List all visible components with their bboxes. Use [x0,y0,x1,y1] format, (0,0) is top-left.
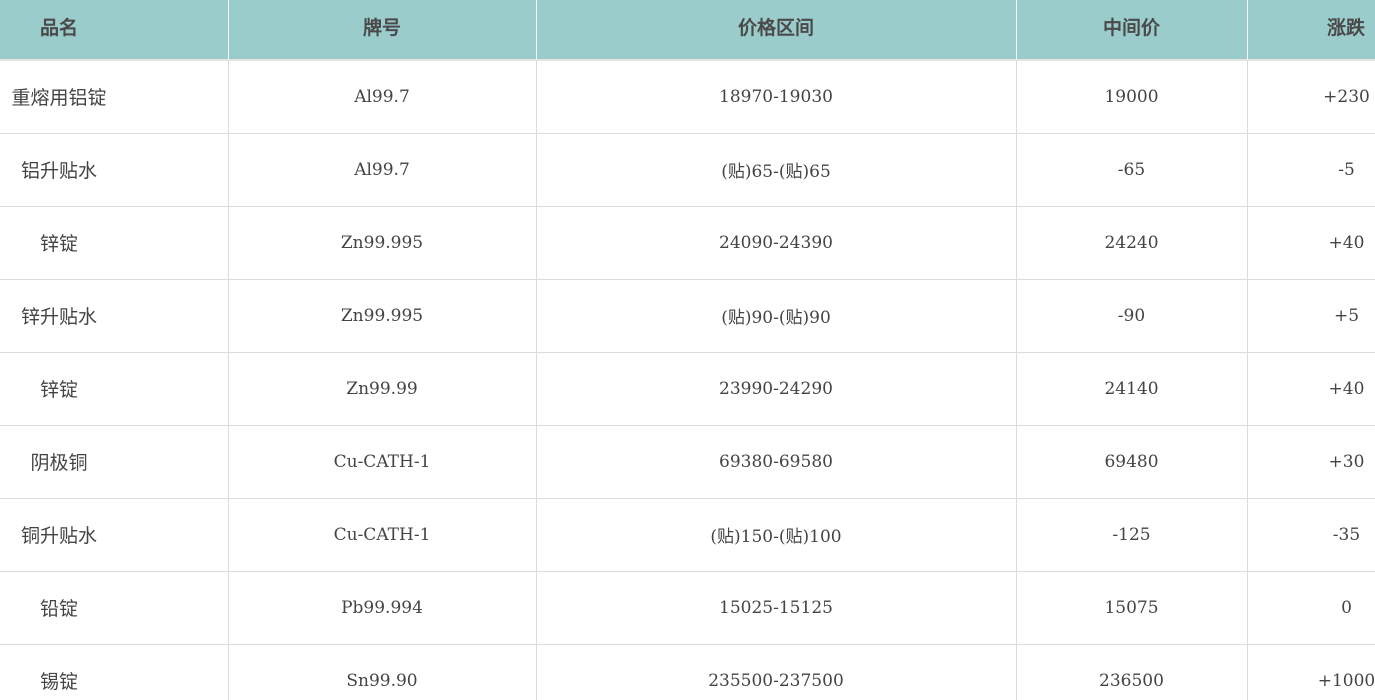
table-row: 锌升贴水 Zn99.995 (贴)90-(贴)90 -90 +5 [0,278,1375,352]
table-body: 重熔用铝锭 Al99.7 18970-19030 19000 +230 铝升贴水 Al99.… [0,59,1375,700]
cell-name-text: 阴极铜 [30,452,88,474]
cell-grade: Sn99.90 [228,643,537,700]
table-header: 品名 牌号 价格区间 中间价 涨跌 [0,0,1375,60]
header-name: 品名 [0,0,229,60]
cell-range: (贴)65-(贴)65 [536,132,1017,206]
table-row: 铅锭 Pb99.994 15025-15125 15075 0 [0,570,1375,644]
cell-change: -35 [1247,497,1375,571]
cell-grade: Al99.7 [228,132,537,206]
cell-change: 0 [1247,570,1375,644]
cell-grade: Cu-CATH-1 [228,424,537,498]
cell-grade: Pb99.994 [228,570,537,644]
cell-name: 铝升贴水 [0,132,229,206]
cell-range: 69380-69580 [536,424,1017,498]
header-grade: 牌号 [228,0,537,60]
cell-mid: 24140 [1016,351,1248,425]
cell-grade: Zn99.99 [228,351,537,425]
cell-name: 铜升贴水 [0,497,229,571]
cell-range: (贴)90-(贴)90 [536,278,1017,352]
cell-name: 重熔用铝锭 [0,59,229,133]
cell-change: +1000 [1247,643,1375,700]
cell-name: 锌锭 [0,205,229,279]
cell-name-text: 锌锭 [39,379,78,401]
cell-range: 23990-24290 [536,351,1017,425]
cell-mid: 19000 [1016,59,1248,133]
cell-mid: -65 [1016,132,1248,206]
cell-name-text: 锌锭 [39,233,78,255]
table-row: 锌锭 Zn99.99 23990-24290 24140 +40 [0,351,1375,425]
cell-mid: -90 [1016,278,1248,352]
cell-range: 15025-15125 [536,570,1017,644]
cell-change-text: 0 [1341,597,1352,618]
cell-change-text: -35 [1332,524,1361,545]
price-table: 品名 牌号 价格区间 中间价 涨跌 重熔用铝锭 Al99.7 18970-19030… [0,0,1375,700]
cell-range: (贴)150-(贴)100 [536,497,1017,571]
cell-mid: 15075 [1016,570,1248,644]
cell-change-text: +5 [1333,305,1360,326]
cell-change: +30 [1247,424,1375,498]
cell-change-text: +40 [1328,232,1365,253]
cell-name-text: 铝升贴水 [20,160,97,182]
cell-grade: Al99.7 [228,59,537,133]
table-row: 重熔用铝锭 Al99.7 18970-19030 19000 +230 [0,59,1375,133]
cell-change: +5 [1247,278,1375,352]
cell-mid: 69480 [1016,424,1248,498]
cell-change-text: +1000 [1317,670,1375,691]
cell-name: 锌升贴水 [0,278,229,352]
cell-name: 阴极铜 [0,424,229,498]
cell-mid: 236500 [1016,643,1248,700]
cell-name-text: 重熔用铝锭 [11,87,107,110]
header-change: 涨跌 [1326,17,1365,39]
table-row: 铝升贴水 Al99.7 (贴)65-(贴)65 -65 -5 [0,132,1375,206]
cell-change: +40 [1247,351,1375,425]
cell-name: 铅锭 [0,570,229,644]
cell-change: -5 [1247,132,1375,206]
cell-change: +40 [1247,205,1375,279]
cell-grade: Zn99.995 [228,205,537,279]
cell-range: 24090-24390 [536,205,1017,279]
cell-grade: Cu-CATH-1 [228,497,537,571]
table-row: 锌锭 Zn99.995 24090-24390 24240 +40 [0,205,1375,279]
table-row: 铜升贴水 Cu-CATH-1 (贴)150-(贴)100 -125 -35 [0,497,1375,571]
cell-change-text: -5 [1338,159,1355,180]
table-row: 阴极铜 Cu-CATH-1 69380-69580 69480 +30 [0,424,1375,498]
header-mid: 中间价 [1016,0,1248,60]
header-range: 价格区间 [536,0,1017,60]
cell-range: 235500-237500 [536,643,1017,700]
cell-change: +230 [1247,59,1375,133]
cell-change-text: +30 [1328,451,1365,472]
cell-name-text: 铜升贴水 [20,525,97,547]
cell-mid: -125 [1016,497,1248,571]
cell-name: 锡锭 [0,643,229,700]
header-row: 品名 牌号 价格区间 中间价 涨跌 [0,0,1375,60]
cell-mid: 24240 [1016,205,1248,279]
cell-change-text: +40 [1328,378,1365,399]
cell-name: 锌锭 [0,351,229,425]
cell-name-text: 锌升贴水 [20,306,97,328]
cell-name-text: 铅锭 [39,598,78,620]
cell-change-text: +230 [1323,86,1370,107]
cell-grade: Zn99.995 [228,278,537,352]
table-row: 锡锭 Sn99.90 235500-237500 236500 +1000 [0,643,1375,700]
cell-name-text: 锡锭 [39,671,78,694]
cell-range: 18970-19030 [536,59,1017,133]
